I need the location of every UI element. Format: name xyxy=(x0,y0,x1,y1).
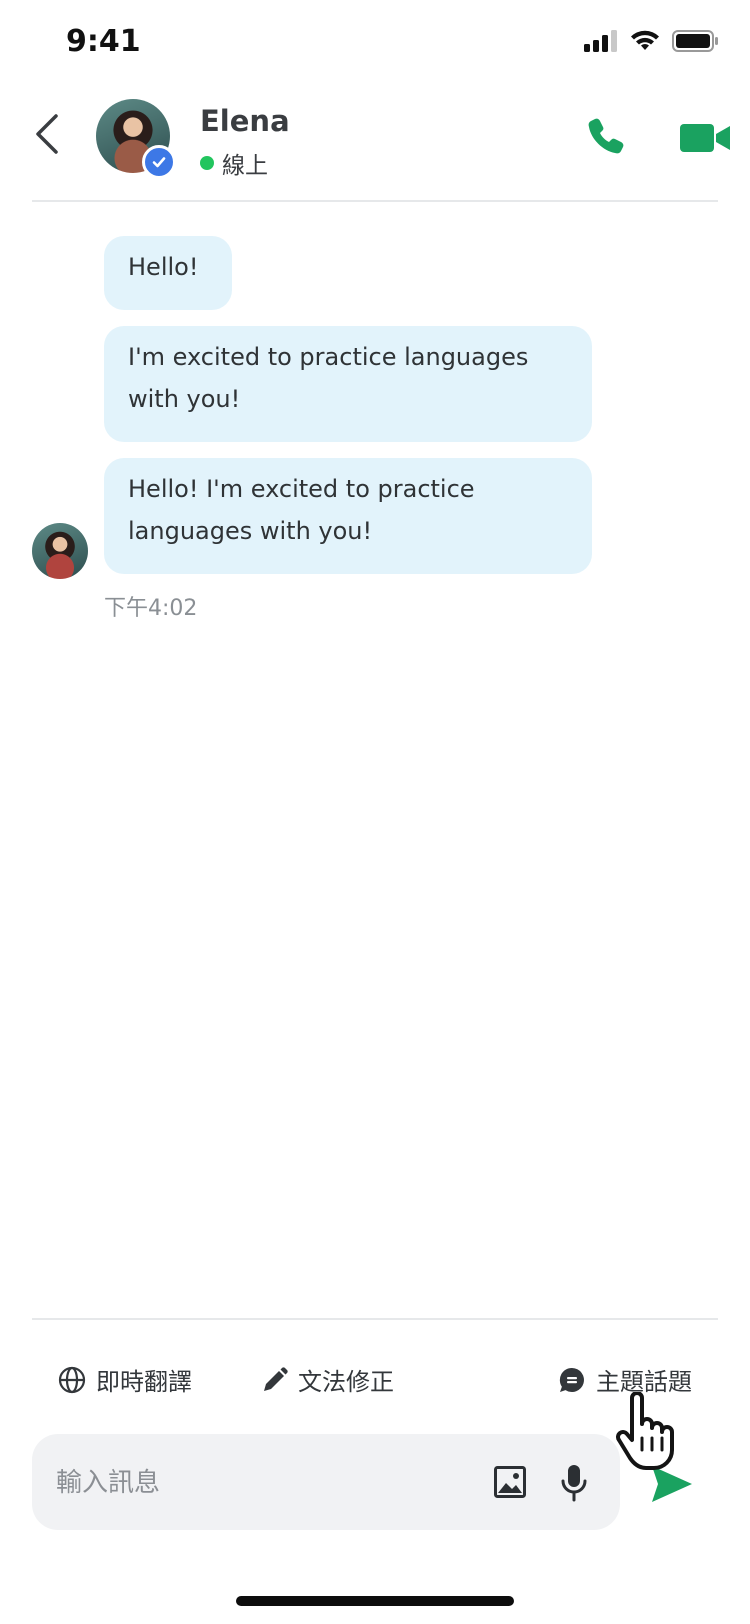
grammar-label: 文法修正 xyxy=(298,1368,394,1396)
message-text-line: languages with you! xyxy=(128,517,373,545)
status-icons xyxy=(584,30,718,52)
voice-input-button[interactable] xyxy=(560,1464,588,1502)
message-text-line: I'm excited to practice languages xyxy=(128,343,529,371)
hand-pointer-cursor-icon xyxy=(616,1392,674,1470)
video-call-button[interactable] xyxy=(680,122,730,154)
verified-icon xyxy=(142,145,176,179)
header-divider xyxy=(32,200,718,202)
message-text: Hello! xyxy=(128,253,199,281)
translate-label: 即時翻譯 xyxy=(96,1368,192,1396)
phone-icon xyxy=(588,118,624,154)
image-attach-button[interactable] xyxy=(494,1466,526,1498)
sender-avatar[interactable] xyxy=(32,523,88,579)
message-text-line: with you! xyxy=(128,385,241,413)
phone-call-button[interactable] xyxy=(586,116,626,156)
message-text-line: Hello! I'm excited to practice xyxy=(128,475,475,503)
translate-button[interactable]: 即時翻譯 xyxy=(58,1362,192,1397)
message-bubble[interactable]: Hello! I'm excited to practice languages… xyxy=(104,458,592,574)
toolbar-divider xyxy=(32,1318,718,1320)
microphone-icon xyxy=(561,1465,587,1502)
message-bubble[interactable]: Hello! xyxy=(104,236,232,310)
video-icon xyxy=(680,124,730,152)
back-button[interactable] xyxy=(32,112,62,156)
presence-status: 線上 xyxy=(200,146,268,180)
home-indicator xyxy=(236,1596,514,1606)
message-timestamp: 下午4:02 xyxy=(104,596,198,621)
status-time: 9:41 xyxy=(66,24,141,59)
message-input-placeholder: 輸入訊息 xyxy=(56,1468,161,1498)
battery-icon xyxy=(672,30,718,52)
chat-topic-icon xyxy=(559,1367,584,1392)
signal-icon xyxy=(584,30,617,52)
online-dot xyxy=(200,156,214,170)
wifi-icon xyxy=(631,30,659,50)
message-bubble[interactable]: I'm excited to practice languages with y… xyxy=(104,326,592,442)
presence-label: 線上 xyxy=(222,153,268,179)
grammar-fix-button[interactable]: 文法修正 xyxy=(262,1362,394,1397)
globe-icon xyxy=(58,1366,86,1393)
contact-name[interactable]: Elena xyxy=(200,104,290,138)
contact-avatar[interactable] xyxy=(96,99,176,179)
image-icon xyxy=(494,1466,526,1498)
pencil-icon xyxy=(264,1366,288,1391)
